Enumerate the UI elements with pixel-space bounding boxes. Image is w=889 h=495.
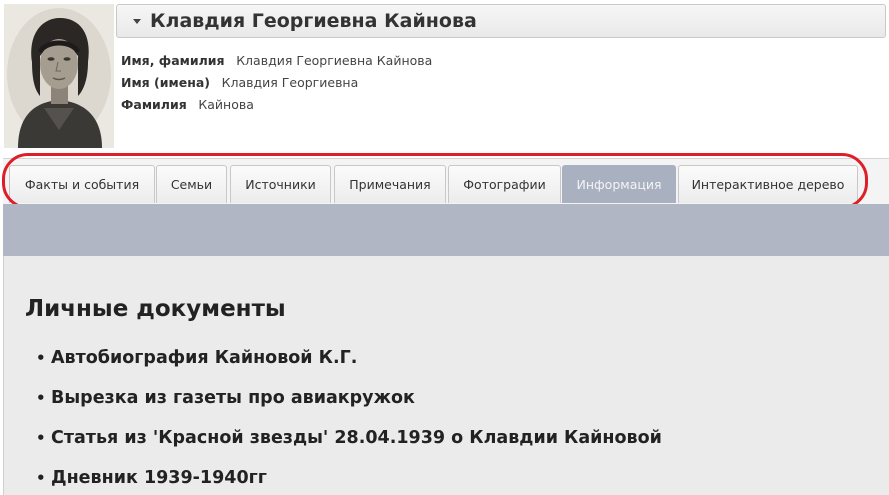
list-item: • Дневник 1939-1940гг (36, 464, 662, 495)
detail-row-surname: Фамилия Кайнова (121, 94, 432, 116)
tab-bar: Факты и события Семьи Источники Примечан… (3, 158, 889, 204)
detail-value: Клавдия Георгиевна (221, 75, 359, 90)
detail-label: Фамилия (121, 97, 187, 112)
person-details: Имя, фамилия Клавдия Георгиевна Кайнова … (121, 50, 432, 116)
section-heading: Личные документы (25, 296, 286, 322)
document-link[interactable]: Вырезка из газеты про авиакружок (51, 388, 415, 408)
bullet-icon: • (36, 469, 46, 487)
tab-interactive-tree[interactable]: Интерактивное дерево (678, 165, 858, 203)
tab-information[interactable]: Информация (562, 165, 676, 203)
detail-row-given-names: Имя (имена) Клавдия Георгиевна (121, 72, 432, 94)
detail-row-full-name: Имя, фамилия Клавдия Георгиевна Кайнова (121, 50, 432, 72)
bullet-icon: • (36, 429, 46, 447)
detail-label: Имя (имена) (121, 75, 211, 90)
document-link[interactable]: Дневник 1939-1940гг (51, 468, 267, 488)
list-item: • Автобиография Кайновой К.Г. (36, 344, 662, 384)
profile-page: Клавдия Георгиевна Кайнова Имя, фамилия … (0, 0, 889, 495)
tab-notes[interactable]: Примечания (334, 165, 446, 203)
document-link[interactable]: Статья из 'Красной звезды' 28.04.1939 о … (51, 428, 662, 448)
detail-value: Кайнова (198, 97, 254, 112)
tab-facts-events[interactable]: Факты и события (9, 165, 155, 203)
documents-list: • Автобиография Кайновой К.Г. • Вырезка из… (36, 344, 662, 495)
bullet-icon: • (36, 349, 46, 367)
bullet-icon: • (36, 389, 46, 407)
tab-families[interactable]: Семьи (156, 165, 227, 203)
document-link[interactable]: Автобиография Кайновой К.Г. (51, 348, 357, 368)
chevron-down-icon[interactable] (133, 18, 141, 24)
tab-sources[interactable]: Источники (230, 165, 331, 203)
tab-content-header-band (3, 204, 889, 256)
list-item: • Статья из 'Красной звезды' 28.04.1939 о… (36, 424, 662, 464)
person-full-name: Клавдия Георгиевна Кайнова (150, 10, 477, 32)
portrait-image (4, 4, 114, 148)
person-name-header[interactable]: Клавдия Георгиевна Кайнова (116, 4, 886, 38)
person-photo[interactable] (4, 4, 114, 148)
detail-value: Клавдия Георгиевна Кайнова (236, 53, 433, 68)
tab-content-panel: Личные документы • Автобиография Кайновой… (3, 256, 889, 495)
detail-label: Имя, фамилия (121, 53, 225, 68)
tab-photos[interactable]: Фотографии (448, 165, 561, 203)
list-item: • Вырезка из газеты про авиакружок (36, 384, 662, 424)
